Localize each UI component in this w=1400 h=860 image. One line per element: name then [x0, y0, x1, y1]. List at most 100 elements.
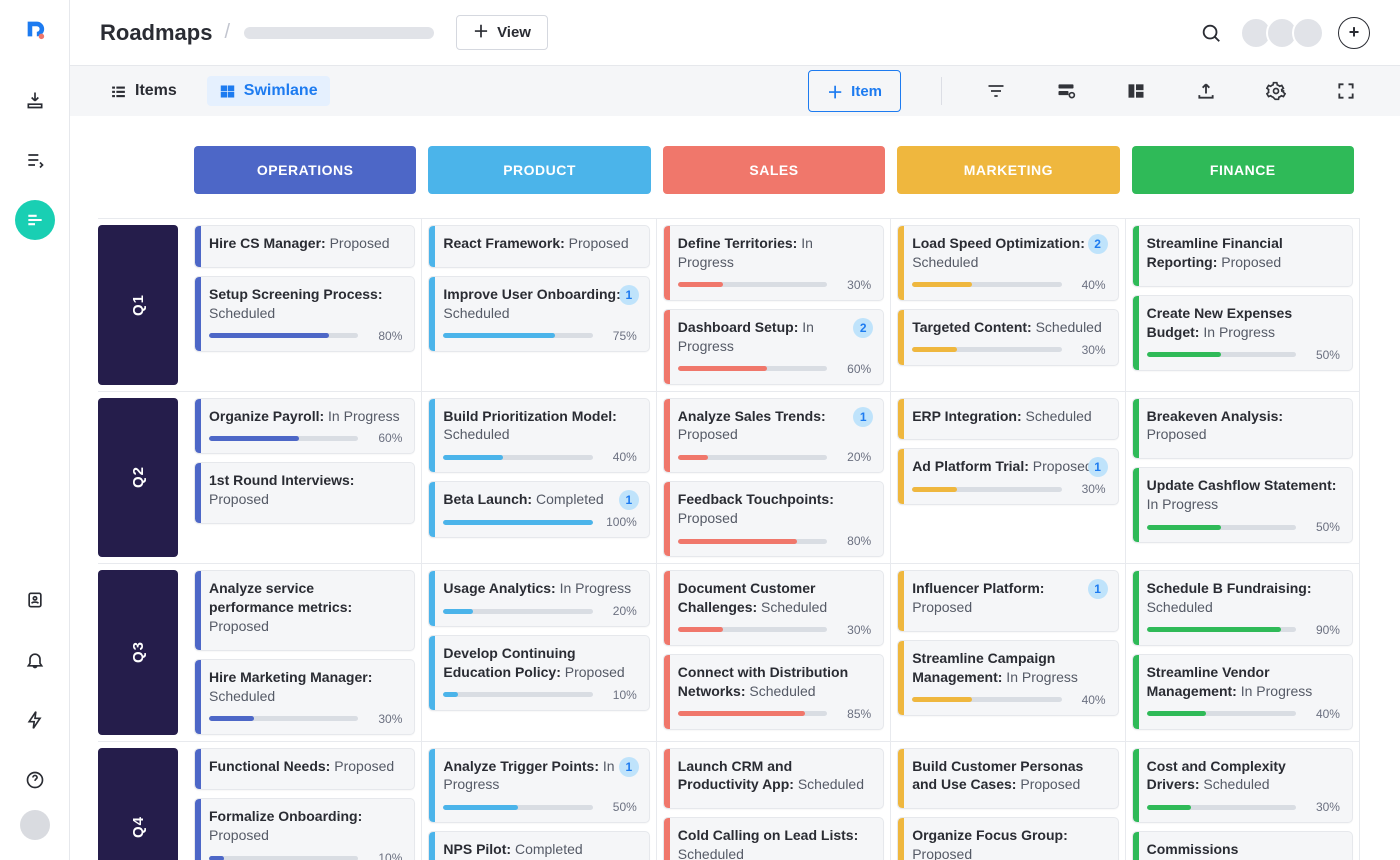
card[interactable]: Ad Platform Trial: Proposed130%	[897, 448, 1118, 505]
card-stripe	[1133, 468, 1139, 542]
nav-contacts-icon[interactable]	[15, 580, 55, 620]
card[interactable]: NPS Pilot: Completed100%	[428, 831, 649, 860]
export-icon[interactable]	[1194, 79, 1218, 103]
card-stripe	[898, 571, 904, 631]
progress-percent: 10%	[603, 688, 637, 702]
row-header[interactable]: Q3	[98, 570, 178, 734]
card-title: Organize Focus Group:	[912, 827, 1068, 843]
card[interactable]: Streamline Campaign Management: In Progr…	[897, 640, 1118, 716]
layout-icon[interactable]	[1124, 79, 1148, 103]
add-view-button[interactable]: ＋View	[456, 15, 548, 50]
progress-percent: 20%	[837, 450, 871, 464]
card-title: Influencer Platform:	[912, 580, 1044, 596]
card-stripe	[664, 749, 670, 809]
left-nav	[0, 0, 70, 860]
breadcrumb-placeholder	[244, 27, 434, 39]
column-header[interactable]: PRODUCT	[428, 146, 650, 194]
card-title: 1st Round Interviews:	[209, 472, 354, 488]
card[interactable]: Functional Needs: Proposed	[194, 748, 415, 791]
view-mode-items[interactable]: Items	[98, 76, 189, 106]
card-badge: 1	[1088, 579, 1108, 599]
card[interactable]: Commissions Reconcilliation: In Progress…	[1132, 831, 1353, 860]
card[interactable]: Cost and Complexity Drivers: Scheduled30…	[1132, 748, 1353, 824]
card[interactable]: 1st Round Interviews: Proposed	[194, 462, 415, 524]
column-header[interactable]: FINANCE	[1132, 146, 1354, 194]
card-status: In Progress	[1199, 324, 1274, 340]
card[interactable]: Launch CRM and Productivity App: Schedul…	[663, 748, 884, 810]
card[interactable]: Setup Screening Process: Scheduled80%	[194, 276, 415, 352]
card[interactable]: Document Customer Challenges: Scheduled3…	[663, 570, 884, 646]
progress-percent: 85%	[837, 707, 871, 721]
card[interactable]: Cold Calling on Lead Lists: Scheduled30%	[663, 817, 884, 860]
view-mode-swimlane[interactable]: Swimlane	[207, 76, 330, 106]
card[interactable]: Create New Expenses Budget: In Progress5…	[1132, 295, 1353, 371]
card[interactable]: Streamline Vendor Management: In Progres…	[1132, 654, 1353, 730]
column-header[interactable]: SALES	[663, 146, 885, 194]
card[interactable]: Dashboard Setup: In Progress260%	[663, 309, 884, 385]
card[interactable]: Build Prioritization Model: Scheduled40%	[428, 398, 649, 474]
swimlane-cell: Analyze service performance metrics: Pro…	[188, 563, 422, 740]
card[interactable]: Streamline Financial Reporting: Proposed	[1132, 225, 1353, 287]
card[interactable]: Influencer Platform: Proposed1	[897, 570, 1118, 632]
card[interactable]: React Framework: Proposed	[428, 225, 649, 268]
card[interactable]: Improve User Onboarding: Scheduled175%	[428, 276, 649, 352]
invite-button[interactable]: +	[1338, 17, 1370, 49]
card-stripe	[898, 310, 904, 365]
card[interactable]: Feedback Touchpoints: Proposed80%	[663, 481, 884, 557]
card-stripe	[429, 749, 435, 823]
column-header[interactable]: OPERATIONS	[194, 146, 416, 194]
card[interactable]: Schedule B Fundraising: Scheduled90%	[1132, 570, 1353, 646]
card[interactable]: ERP Integration: Scheduled	[897, 398, 1118, 441]
swimlane-cell: Organize Payroll: In Progress60% 1st Roun…	[188, 391, 422, 564]
link-icon[interactable]	[1054, 79, 1078, 103]
nav-roadmap-icon[interactable]	[15, 200, 55, 240]
swimlane-cell: ERP Integration: Scheduled Ad Platform Tr…	[891, 391, 1125, 564]
row-header[interactable]: Q4	[98, 748, 178, 860]
column-header[interactable]: MARKETING	[897, 146, 1119, 194]
card-status: Proposed	[678, 510, 738, 526]
card[interactable]: Analyze service performance metrics: Pro…	[194, 570, 415, 651]
card-stripe	[195, 660, 201, 734]
card[interactable]: Load Speed Optimization: Scheduled240%	[897, 225, 1118, 301]
card[interactable]: Analyze Trigger Points: In Progress150%	[428, 748, 649, 824]
card[interactable]: Formalize Onboarding: Proposed10%	[194, 798, 415, 860]
card[interactable]: Analyze Sales Trends: Proposed120%	[663, 398, 884, 474]
card-status: Scheduled	[678, 846, 744, 860]
add-item-button[interactable]: ＋Item	[808, 70, 901, 112]
nav-bolt-icon[interactable]	[15, 700, 55, 740]
nav-list-icon[interactable]	[15, 140, 55, 180]
card[interactable]: Hire CS Manager: Proposed	[194, 225, 415, 268]
card-title: Cold Calling on Lead Lists:	[678, 827, 858, 843]
card[interactable]: Usage Analytics: In Progress20%	[428, 570, 649, 627]
card[interactable]: Organize Payroll: In Progress60%	[194, 398, 415, 455]
card[interactable]: Build Customer Personas and Use Cases: P…	[897, 748, 1118, 810]
card[interactable]: Breakeven Analysis: Proposed	[1132, 398, 1353, 460]
card[interactable]: Beta Launch: Completed1100%	[428, 481, 649, 538]
filter-icon[interactable]	[984, 79, 1008, 103]
settings-icon[interactable]	[1264, 79, 1288, 103]
card[interactable]: Targeted Content: Scheduled30%	[897, 309, 1118, 366]
card[interactable]: Organize Focus Group: Proposed	[897, 817, 1118, 860]
card[interactable]: Develop Continuing Education Policy: Pro…	[428, 635, 649, 711]
card-title: Improve User Onboarding:	[443, 286, 620, 302]
card[interactable]: Update Cashflow Statement: In Progress50…	[1132, 467, 1353, 543]
nav-inbox-icon[interactable]	[15, 80, 55, 120]
user-avatar[interactable]	[20, 810, 50, 840]
progress-bar	[443, 520, 592, 525]
progress-bar	[443, 805, 592, 810]
nav-help-icon[interactable]	[15, 760, 55, 800]
card-stripe	[898, 449, 904, 504]
nav-notifications-icon[interactable]	[15, 640, 55, 680]
card[interactable]: Hire Marketing Manager: Scheduled30%	[194, 659, 415, 735]
row-header[interactable]: Q1	[98, 225, 178, 385]
search-icon[interactable]	[1200, 22, 1222, 44]
fullscreen-icon[interactable]	[1334, 79, 1358, 103]
card-stripe	[664, 399, 670, 473]
card[interactable]: Connect with Distribution Networks: Sche…	[663, 654, 884, 730]
card-title: NPS Pilot:	[443, 841, 511, 857]
card-title: Setup Screening Process:	[209, 286, 383, 302]
card-stripe	[195, 463, 201, 523]
row-header[interactable]: Q2	[98, 398, 178, 558]
avatar[interactable]	[1292, 17, 1324, 49]
card[interactable]: Define Territories: In Progress30%	[663, 225, 884, 301]
